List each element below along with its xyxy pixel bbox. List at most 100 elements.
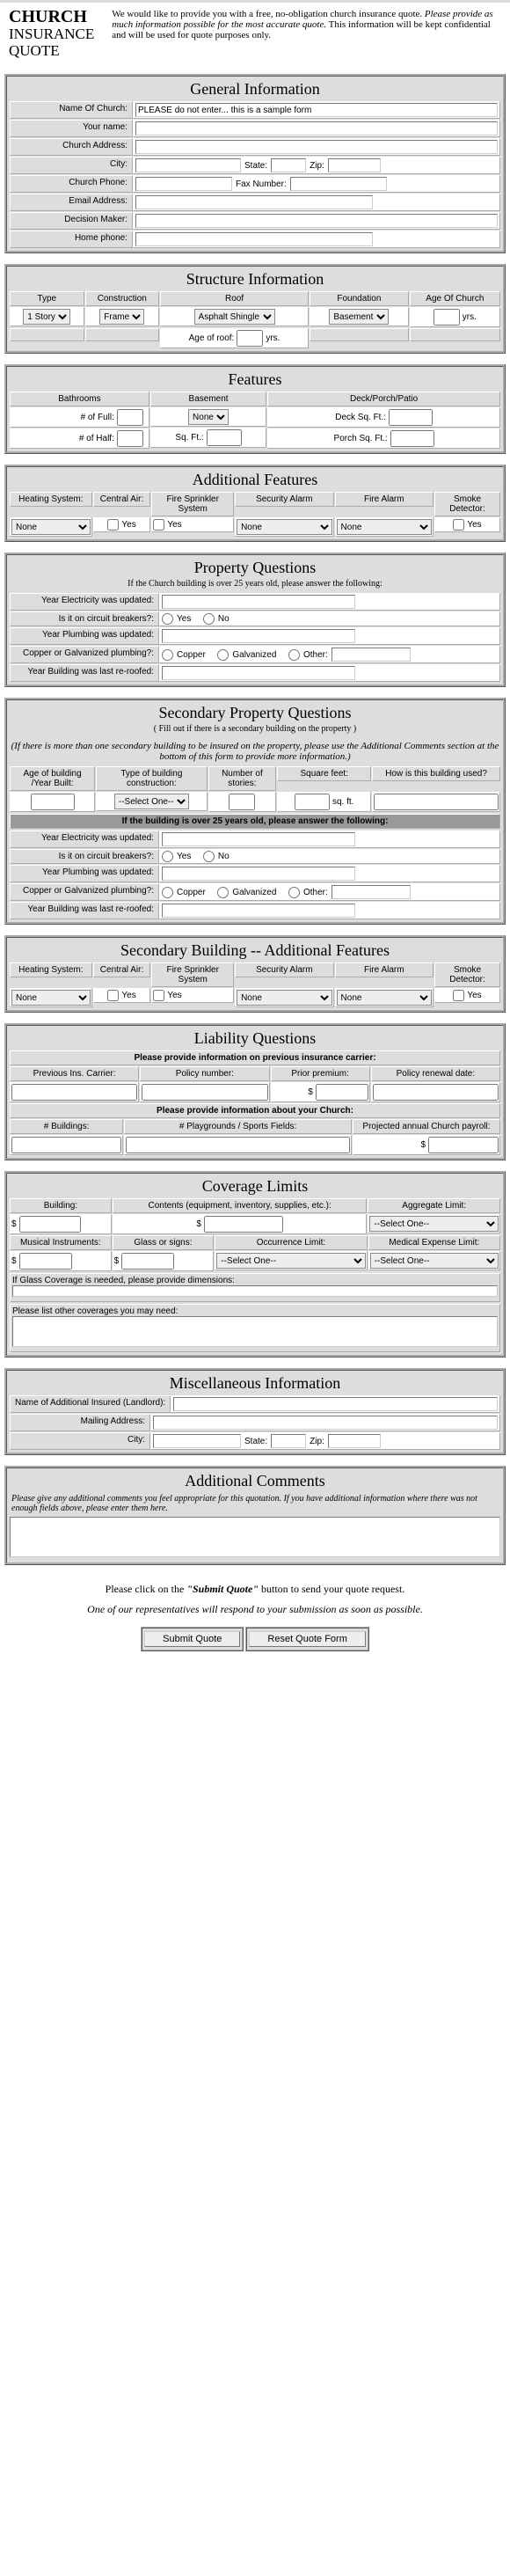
num-buildings-input[interactable] (11, 1137, 121, 1153)
misc-city-input[interactable] (153, 1434, 241, 1448)
security-select[interactable]: None (237, 519, 332, 535)
features-section: Features Bathrooms Basement Deck/Porch/P… (4, 364, 506, 454)
name-of-church-input[interactable] (135, 103, 498, 117)
sec-security-select[interactable]: None (237, 990, 332, 1006)
half-bath-input[interactable] (117, 430, 143, 447)
medical-select[interactable]: --Select One-- (370, 1253, 499, 1269)
fire-alarm-select[interactable]: None (337, 519, 432, 535)
sec-air-check[interactable] (107, 990, 119, 1001)
smoke-check[interactable] (453, 519, 464, 531)
section-title: Secondary Building -- Additional Feature… (7, 938, 503, 962)
sec-other[interactable] (288, 887, 300, 898)
church-address-input[interactable] (135, 140, 498, 154)
renewal-date-input[interactable] (373, 1084, 499, 1101)
type-select[interactable]: 1 Story (23, 309, 70, 325)
section-title: Additional Features (7, 467, 503, 491)
sec-construction-select[interactable]: --Select One-- (114, 794, 189, 809)
footer-text: Please click on the "Submit Quote" butto… (9, 1583, 501, 1596)
heating-select[interactable]: None (11, 519, 91, 535)
label: Your name: (10, 120, 133, 137)
foundation-select[interactable]: Basement (329, 309, 389, 325)
title-church: CHURCH (9, 7, 94, 26)
fire-sprinkler-check[interactable] (153, 519, 164, 531)
sec-plumbing-input[interactable] (162, 867, 355, 881)
comments-textarea[interactable] (10, 1517, 500, 1557)
age-roof-input[interactable] (237, 330, 263, 347)
sec-smoke-check[interactable] (453, 990, 464, 1001)
sec-electricity-input[interactable] (162, 832, 355, 846)
sec-other-input[interactable] (332, 885, 411, 899)
copper-radio[interactable] (162, 649, 173, 661)
sec-sprinkler-check[interactable] (153, 990, 164, 1001)
age-input[interactable] (434, 309, 460, 326)
liability-section: Liability Questions Please provide infor… (4, 1023, 506, 1160)
sec-copper[interactable] (162, 887, 173, 898)
electricity-year-input[interactable] (162, 595, 355, 609)
comments-section: Additional Comments Please give any addi… (4, 1466, 506, 1565)
glass-dimensions-textarea[interactable] (12, 1285, 498, 1297)
label: Church Phone: (10, 175, 133, 193)
sec-galv[interactable] (217, 887, 229, 898)
sec-stories-input[interactable] (229, 794, 255, 810)
sec-fire-select[interactable]: None (337, 990, 432, 1006)
reset-button[interactable]: Reset Quote Form (249, 1631, 365, 1647)
decision-maker-input[interactable] (135, 214, 498, 228)
payroll-input[interactable] (428, 1137, 499, 1153)
title-insurance: INSURANCE (9, 26, 94, 43)
misc-section: Miscellaneous Information Name of Additi… (4, 1368, 506, 1455)
sec-use-input[interactable] (374, 794, 499, 810)
other-plumbing-input[interactable] (332, 648, 411, 662)
col-type: Type (10, 291, 84, 306)
contents-limit-input[interactable] (204, 1216, 283, 1233)
church-phone-input[interactable] (135, 177, 232, 191)
central-air-check[interactable] (107, 519, 119, 531)
state-input[interactable] (271, 158, 306, 172)
misc-state-input[interactable] (271, 1434, 306, 1448)
label: City: (10, 157, 133, 174)
section-title: Coverage Limits (7, 1174, 503, 1197)
full-bath-input[interactable] (117, 409, 143, 426)
sec-reroof-input[interactable] (162, 904, 355, 918)
sec-sqft-input[interactable] (295, 794, 330, 810)
roof-select[interactable]: Asphalt Shingle (194, 309, 275, 325)
aggregate-select[interactable]: --Select One-- (369, 1216, 499, 1232)
misc-zip-input[interactable] (328, 1434, 381, 1448)
musical-input[interactable] (19, 1253, 72, 1270)
deck-sqft-input[interactable] (389, 409, 433, 426)
zip-input[interactable] (328, 158, 381, 172)
prior-premium-input[interactable] (316, 1084, 368, 1101)
cb-yes-radio[interactable] (162, 613, 173, 625)
home-phone-input[interactable] (135, 232, 373, 246)
other-coverages-textarea[interactable] (12, 1316, 498, 1347)
construction-select[interactable]: Frame (99, 309, 144, 325)
structure-section: Structure Information Type1 Story Constr… (4, 264, 506, 354)
sec-cb-no[interactable] (203, 851, 215, 862)
occurrence-select[interactable]: --Select One-- (216, 1253, 365, 1269)
other-radio[interactable] (288, 649, 300, 661)
building-limit-input[interactable] (19, 1216, 81, 1233)
city-input[interactable] (135, 158, 241, 172)
glass-input[interactable] (121, 1253, 174, 1270)
secondary-features-section: Secondary Building -- Additional Feature… (4, 935, 506, 1013)
your-name-input[interactable] (135, 121, 498, 135)
additional-insured-input[interactable] (173, 1397, 498, 1411)
cb-no-radio[interactable] (203, 613, 215, 625)
prev-carrier-input[interactable] (11, 1084, 137, 1101)
secondary-property-section: Secondary Property Questions ( Fill out … (4, 698, 506, 925)
intro-text: We would like to provide you with a free… (112, 7, 501, 59)
porch-sqft-input[interactable] (390, 430, 434, 447)
sec-year-input[interactable] (31, 794, 75, 810)
submit-button[interactable]: Submit Quote (144, 1631, 240, 1647)
mailing-address-input[interactable] (153, 1416, 498, 1430)
basement-select[interactable]: None (188, 409, 229, 425)
email-input[interactable] (135, 195, 373, 209)
num-playgrounds-input[interactable] (126, 1137, 350, 1153)
plumbing-year-input[interactable] (162, 629, 355, 643)
galv-radio[interactable] (217, 649, 229, 661)
basement-sqft-input[interactable] (207, 429, 242, 446)
reroof-year-input[interactable] (162, 666, 355, 680)
sec-cb-yes[interactable] (162, 851, 173, 862)
sec-heating-select[interactable]: None (11, 990, 91, 1006)
policy-number-input[interactable] (142, 1084, 267, 1101)
fax-input[interactable] (290, 177, 387, 191)
